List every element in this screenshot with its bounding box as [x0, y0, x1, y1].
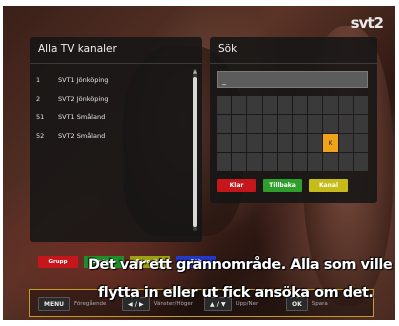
- keyboard-key[interactable]: [247, 153, 262, 171]
- keyboard-key-selected[interactable]: K: [323, 134, 338, 152]
- divider: [30, 63, 202, 64]
- channel-row[interactable]: 51 SVT1 Småland: [36, 108, 186, 127]
- nav-menu[interactable]: MENU Föregående: [38, 297, 106, 311]
- menu-label: Föregående: [73, 301, 107, 307]
- channel-logo: svt2: [350, 14, 384, 32]
- keyboard-key[interactable]: [277, 115, 292, 133]
- subtitle-line-2: flytta in eller ut fick ansöka om det.: [98, 285, 374, 301]
- keyboard-key[interactable]: [277, 134, 292, 152]
- keyboard-key[interactable]: [353, 115, 368, 133]
- channel-row[interactable]: 1 SVT1 Jönköping: [36, 71, 186, 90]
- keyboard-key[interactable]: [338, 134, 353, 152]
- scrollbar[interactable]: ▲: [193, 69, 197, 231]
- group-button[interactable]: Grupp: [38, 256, 78, 268]
- keyboard-key[interactable]: [353, 134, 368, 152]
- search-title: Sök: [218, 43, 238, 55]
- on-screen-keyboard: K: [217, 96, 368, 171]
- up-down-label: Upp/Ner: [235, 301, 259, 307]
- divider: [210, 63, 377, 64]
- ok-label: Spara: [311, 301, 328, 307]
- channel-number: 1: [36, 76, 41, 85]
- channel-row[interactable]: 2 SVT2 Jönköping: [36, 90, 186, 109]
- search-panel: Sök _ K Klar Tillbaka Kanal: [210, 37, 377, 203]
- keyboard-key[interactable]: [217, 153, 232, 171]
- channel-list-panel: Alla TV kanaler 1 SVT1 Jönköping 2 SVT2 …: [30, 37, 202, 242]
- keyboard-key[interactable]: [292, 115, 308, 133]
- keyboard-key[interactable]: [232, 115, 247, 133]
- keyboard-key[interactable]: [277, 96, 292, 114]
- menu-key[interactable]: MENU: [38, 297, 70, 311]
- keyboard-key[interactable]: [217, 96, 232, 114]
- keyboard-key[interactable]: [323, 115, 338, 133]
- keyboard-key[interactable]: [277, 153, 292, 171]
- channel-list-title: Alla TV kanaler: [38, 43, 117, 55]
- search-actions: Klar Tillbaka Kanal: [217, 179, 348, 192]
- keyboard-key[interactable]: [247, 134, 262, 152]
- channel-button[interactable]: Kanal: [309, 179, 348, 192]
- keyboard-key[interactable]: [232, 134, 247, 152]
- keyboard-key[interactable]: [308, 134, 323, 152]
- keyboard-key[interactable]: [232, 96, 247, 114]
- back-button[interactable]: Tillbaka: [263, 179, 302, 192]
- keyboard-key[interactable]: [323, 153, 338, 171]
- channel-number: 2: [36, 94, 41, 103]
- channel-number: 52: [36, 131, 45, 140]
- keyboard-key[interactable]: [262, 153, 277, 171]
- keyboard-key[interactable]: [338, 96, 353, 114]
- scroll-up-icon: ▲: [193, 69, 197, 75]
- keyboard-key[interactable]: [323, 96, 338, 114]
- keyboard-key[interactable]: [292, 153, 308, 171]
- keyboard-key[interactable]: [292, 96, 308, 114]
- left-right-label: Vänster/Höger: [153, 301, 193, 307]
- channel-name: SVT2 Jönköping: [58, 94, 109, 103]
- keyboard-key[interactable]: [353, 153, 368, 171]
- scroll-thumb[interactable]: [193, 77, 197, 227]
- keyboard-key[interactable]: [232, 153, 247, 171]
- search-input[interactable]: _: [217, 71, 368, 88]
- channel-name: SVT1 Jönköping: [58, 76, 109, 85]
- keyboard-key[interactable]: [247, 96, 262, 114]
- subtitle-line-1: Det var ett grannområde. Alla som ville: [88, 257, 393, 273]
- keyboard-key[interactable]: [292, 134, 308, 152]
- channel-name: SVT2 Småland: [58, 131, 106, 140]
- keyboard-key[interactable]: [308, 115, 323, 133]
- keyboard-key[interactable]: [262, 134, 277, 152]
- keyboard-key[interactable]: [262, 115, 277, 133]
- keyboard-key[interactable]: [308, 153, 323, 171]
- done-button[interactable]: Klar: [217, 179, 256, 192]
- keyboard-key[interactable]: [338, 153, 353, 171]
- channel-number: 51: [36, 113, 45, 122]
- keyboard-key[interactable]: [217, 115, 232, 133]
- channel-row[interactable]: 52 SVT2 Småland: [36, 127, 186, 146]
- keyboard-key[interactable]: [217, 134, 232, 152]
- keyboard-key[interactable]: [338, 115, 353, 133]
- keyboard-key[interactable]: [353, 96, 368, 114]
- keyboard-key[interactable]: [308, 96, 323, 114]
- channel-name: SVT1 Småland: [58, 113, 106, 122]
- keyboard-key[interactable]: [247, 115, 262, 133]
- channel-list: 1 SVT1 Jönköping 2 SVT2 Jönköping 51 SVT…: [36, 71, 186, 145]
- keyboard-key[interactable]: [262, 96, 277, 114]
